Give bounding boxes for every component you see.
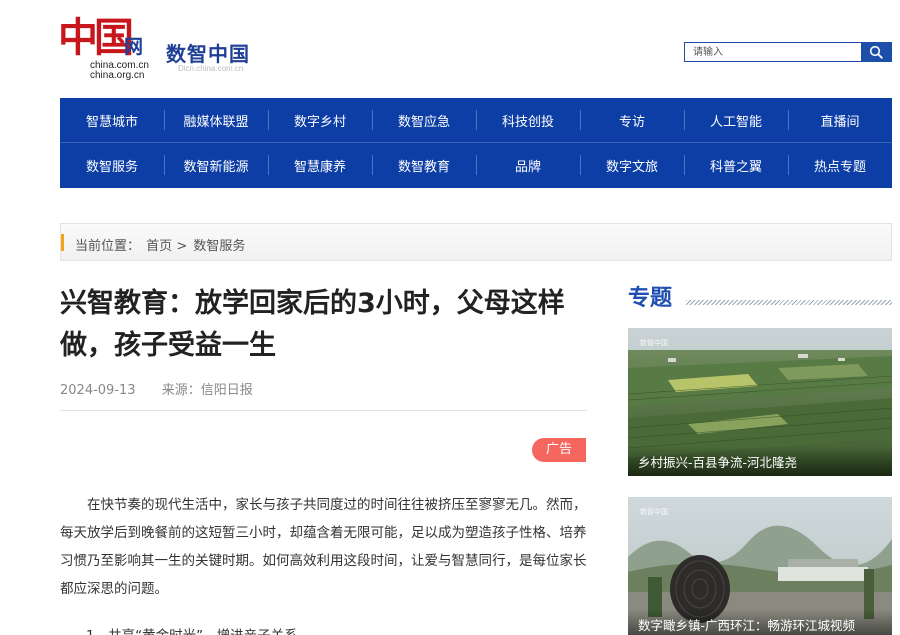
- nav-item-services[interactable]: 数智服务: [60, 143, 164, 188]
- site-header: 中国 网 china.com.cn china.org.cn 数智中国 Dicn…: [0, 0, 900, 98]
- article-source: 来源：信阳日报: [161, 383, 253, 398]
- article-divider: [60, 410, 587, 411]
- article-subheading: 1．共享“黄金时光”，增进亲子关系: [86, 622, 586, 635]
- topics-header-decoration: [686, 300, 892, 305]
- topic-card-caption: 乡村振兴-百县争流-河北隆尧: [628, 446, 892, 476]
- nav-row-1: 智慧城市 融媒体联盟 数字乡村 数智应急 科技创投 专访 人工智能 直播间: [60, 98, 892, 143]
- nav-item-live[interactable]: 直播间: [788, 98, 892, 142]
- article-paragraph: 在快节奏的现代生活中，家长与孩子共同度过的时间往往被挤压至寥寥无几。然而，每天放…: [60, 497, 587, 597]
- site-subtitle: Dicn.china.com.cn: [178, 64, 244, 73]
- nav-item-new-energy[interactable]: 数智新能源: [164, 143, 268, 188]
- nav-item-media-alliance[interactable]: 融媒体联盟: [164, 98, 268, 142]
- nav-item-tech-venture[interactable]: 科技创投: [476, 98, 580, 142]
- logo-domain-2: china.org.cn: [90, 70, 145, 81]
- topic-card-caption: 数字瞰乡镇-广西环江：畅游环江城视频: [628, 609, 892, 635]
- nav-item-elderly-care[interactable]: 智慧康养: [268, 143, 372, 188]
- nav-item-hot-topics[interactable]: 热点专题: [788, 143, 892, 188]
- nav-item-emergency[interactable]: 数智应急: [372, 98, 476, 142]
- site-title[interactable]: 数智中国: [166, 38, 250, 67]
- breadcrumb-separator: >: [176, 239, 188, 254]
- topics-title: 专题: [628, 286, 673, 311]
- china-net-logo[interactable]: 中国 网 china.com.cn china.org.cn: [58, 12, 154, 82]
- article-date: 2024-09-13: [60, 383, 136, 398]
- nav-row-2: 数智服务 数智新能源 智慧康养 数智教育 品牌 数字文旅 科普之翼 热点专题: [60, 143, 892, 188]
- nav-item-culture-tourism[interactable]: 数字文旅: [580, 143, 684, 188]
- topics-header: 专题: [628, 280, 892, 311]
- nav-item-brand[interactable]: 品牌: [476, 143, 580, 188]
- topic-card[interactable]: 数智中国 数字瞰乡镇-广西环江：畅游环江城视频: [628, 497, 892, 635]
- article-meta: 2024-09-13 来源：信阳日报: [60, 379, 253, 398]
- search-button[interactable]: [861, 42, 891, 62]
- breadcrumb-current[interactable]: 数智服务: [193, 239, 245, 254]
- logo-mark: 中国: [58, 14, 134, 61]
- article-title: 兴智教育：放学回家后的3小时，父母这样做，孩子受益一生: [60, 288, 565, 361]
- search-box: [684, 42, 892, 62]
- breadcrumb-label: 当前位置：: [75, 239, 141, 254]
- breadcrumb-text: 当前位置： 首页 > 数智服务: [75, 235, 245, 254]
- main-nav: 智慧城市 融媒体联盟 数字乡村 数智应急 科技创投 专访 人工智能 直播间 数智…: [60, 98, 892, 188]
- nav-item-ai[interactable]: 人工智能: [684, 98, 788, 142]
- breadcrumb-accent: [61, 234, 64, 251]
- logo-wang: 网: [124, 36, 144, 58]
- nav-item-education[interactable]: 数智教育: [372, 143, 476, 188]
- breadcrumb-home[interactable]: 首页: [146, 239, 172, 254]
- card-watermark: 数智中国: [640, 508, 668, 516]
- search-icon: [869, 45, 883, 59]
- nav-item-science[interactable]: 科普之翼: [684, 143, 788, 188]
- breadcrumb: 当前位置： 首页 > 数智服务: [60, 223, 892, 261]
- search-input[interactable]: [685, 43, 863, 61]
- nav-item-smart-city[interactable]: 智慧城市: [60, 98, 164, 142]
- nav-item-digital-village[interactable]: 数字乡村: [268, 98, 372, 142]
- card-watermark: 数智中国: [640, 339, 668, 347]
- ad-badge[interactable]: 广告: [532, 438, 586, 462]
- topic-card[interactable]: 数智中国 乡村振兴-百县争流-河北隆尧: [628, 328, 892, 476]
- nav-item-interview[interactable]: 专访: [580, 98, 684, 142]
